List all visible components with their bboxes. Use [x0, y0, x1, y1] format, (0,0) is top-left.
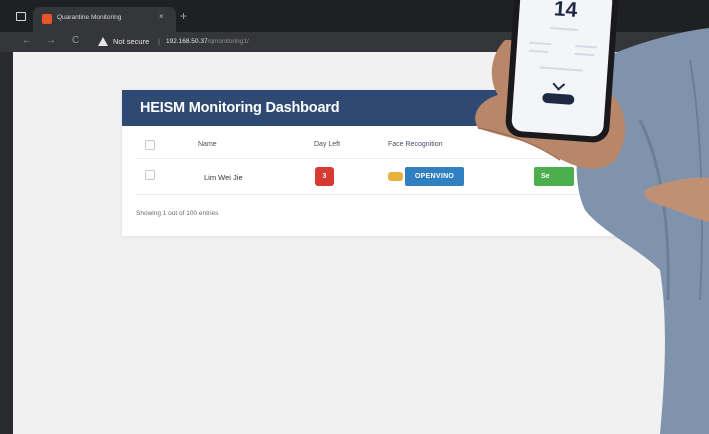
phone-screen: 14: [511, 0, 613, 138]
chevron-down-icon[interactable]: [552, 77, 566, 91]
phone-button[interactable]: [542, 92, 575, 105]
phone-text-line: [529, 41, 552, 46]
phone-day-count: 14: [553, 0, 579, 22]
photo-frame: Quarantine Monitoring × + ← → C Not secu…: [0, 0, 709, 434]
phone-text-line: [574, 52, 595, 57]
phone-text-line: [539, 66, 584, 72]
smartphone: 14: [504, 0, 620, 144]
phone-text-line: [575, 44, 598, 49]
phone-text-line: [528, 49, 549, 54]
phone-text-line: [550, 27, 579, 32]
